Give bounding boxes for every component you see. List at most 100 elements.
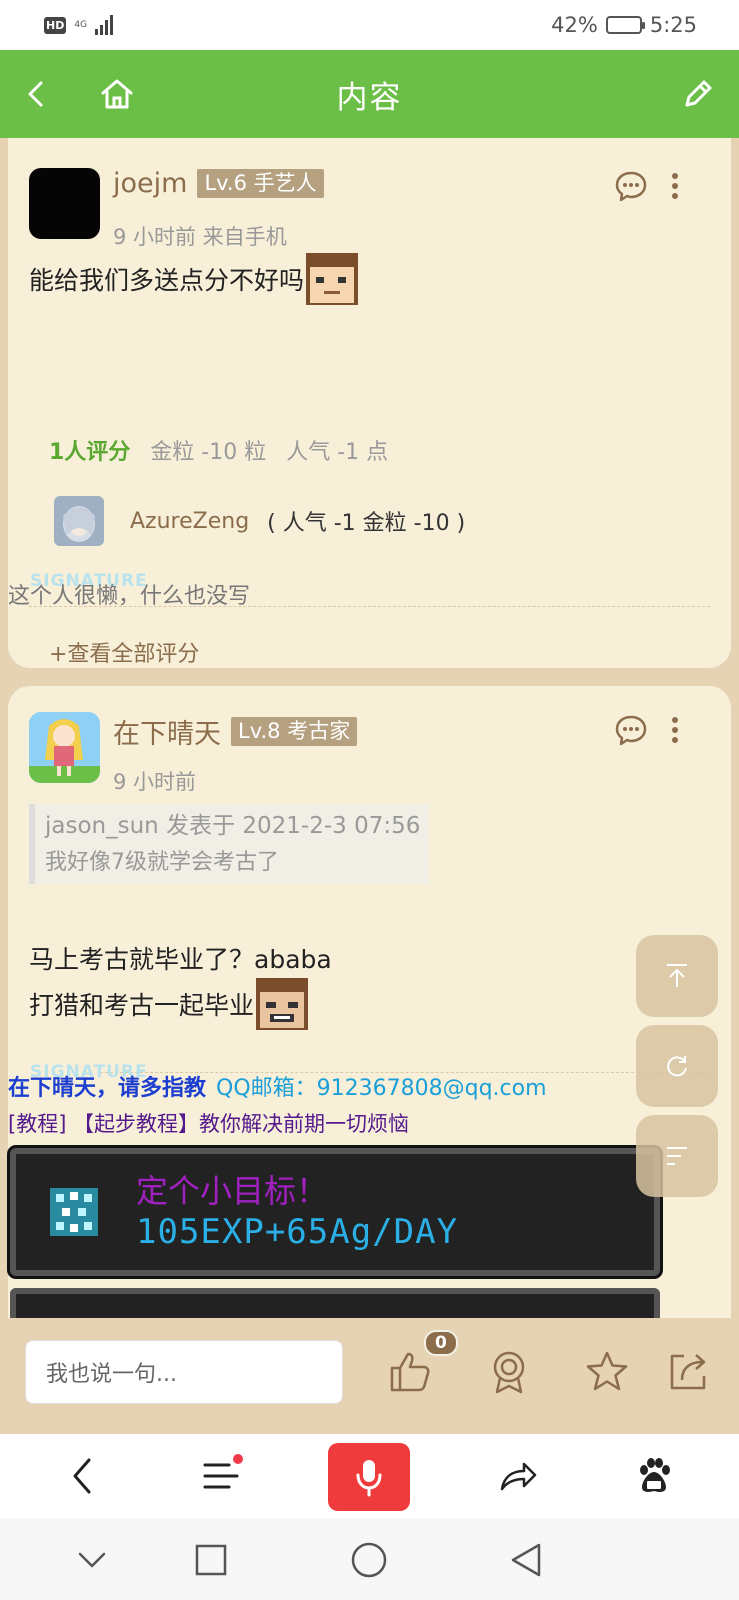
quote-header: jason_sun 发表于 2021-2-3 07:56: [45, 813, 421, 839]
quote-block: jason_sun 发表于 2021-2-3 07:56 我好像7级就学会考古了: [29, 804, 429, 884]
signature-email[interactable]: QQ邮箱：912367808@qq.com: [216, 1076, 547, 1101]
avatar[interactable]: [29, 168, 100, 239]
battery-percent: 42%: [551, 13, 598, 37]
pixel-face-emoji: [256, 978, 309, 1030]
username[interactable]: 在下晴天: [113, 712, 221, 751]
reply-button[interactable]: [611, 710, 651, 750]
username[interactable]: joejm: [113, 168, 187, 199]
network-type: 4G: [74, 19, 88, 30]
share-icon: [670, 1354, 706, 1390]
more-button[interactable]: [660, 166, 690, 206]
star-icon: [586, 1351, 628, 1391]
like-count-badge: 0: [424, 1330, 458, 1356]
nav-back-button[interactable]: [504, 1538, 548, 1582]
battery-icon: [605, 16, 645, 34]
baidu-paw-icon: [640, 1458, 670, 1492]
list-icon: [667, 1147, 687, 1165]
browser-forward-share-button[interactable]: [490, 1448, 546, 1504]
edit-button[interactable]: [676, 72, 720, 116]
refresh-icon: [667, 1056, 687, 1077]
microphone-icon: [356, 1460, 382, 1497]
pencil-icon: [685, 80, 712, 107]
anime-avatar-image: [54, 496, 104, 546]
more-button[interactable]: [660, 710, 690, 750]
favorite-button[interactable]: [583, 1348, 631, 1396]
post-body: 能给我们多送点分不好吗: [29, 253, 359, 305]
rater-name[interactable]: AzureZeng: [130, 509, 249, 534]
anime-girl-avatar-image: [29, 712, 100, 783]
signature-greeting: 在下晴天，请多指教: [8, 1076, 207, 1101]
scroll-top-button[interactable]: [636, 935, 718, 1017]
pixel-face-emoji: [306, 253, 359, 305]
diamond-block-icon: [50, 1188, 98, 1236]
signature-line: 在下晴天，请多指教 QQ邮箱：912367808@qq.com: [8, 1070, 547, 1102]
outline-button[interactable]: [636, 1115, 718, 1197]
nav-collapse-button[interactable]: [70, 1538, 114, 1582]
chevron-left-icon: [28, 81, 43, 107]
post-line-2: 打猎和考古一起毕业: [29, 991, 255, 1020]
status-right: 42% 5:25: [551, 13, 697, 37]
post-text: 能给我们多送点分不好吗: [29, 266, 305, 295]
banner-line-2: 105EXP+65Ag/DAY: [136, 1212, 459, 1252]
reply-input[interactable]: 我也说一句...: [25, 1340, 343, 1404]
avatar[interactable]: [29, 712, 100, 783]
post-author: 在下晴天 Lv.8 考古家: [113, 712, 358, 751]
chevron-left-icon: [73, 1458, 91, 1494]
banner-line-1: 定个小目标！: [136, 1172, 329, 1210]
home-icon: [101, 79, 133, 109]
post-time: 9 小时前: [113, 770, 197, 794]
like-button[interactable]: [386, 1348, 434, 1396]
more-vertical-icon: [672, 173, 678, 199]
reply-bar: 我也说一句... 0: [0, 1318, 739, 1434]
chevron-down-icon: [78, 1552, 106, 1568]
back-button[interactable]: [14, 72, 58, 116]
post-time: 9 小时前 来自手机: [113, 225, 287, 249]
app-header: 内容: [0, 50, 739, 138]
notification-dot: [233, 1454, 243, 1464]
rating-popularity: 人气 -1 点: [286, 440, 389, 465]
nav-recents-button[interactable]: [189, 1538, 233, 1582]
signature-text: 这个人很懒，什么也没写: [8, 584, 251, 609]
comment-icon: [615, 715, 647, 746]
rating-gold: 金粒 -10 粒: [150, 440, 267, 465]
rating-row: AzureZeng ( 人气 -1 金粒 -10 ): [54, 496, 465, 546]
system-nav-bar: [0, 1518, 739, 1600]
reply-button[interactable]: [611, 166, 651, 206]
home-button[interactable]: [95, 72, 139, 116]
menu-icon: [203, 1463, 239, 1489]
status-left: HD 4G: [44, 15, 114, 35]
baidu-button[interactable]: [626, 1448, 682, 1504]
clock: 5:25: [649, 13, 697, 37]
award-icon: [493, 1351, 525, 1394]
arrow-up-icon: [667, 964, 687, 987]
thread-content[interactable]: joejm Lv.6 手艺人 9 小时前 来自手机 能给我们多送点分不好吗 1人…: [0, 138, 739, 1318]
comment-icon: [615, 171, 647, 202]
rater-avatar[interactable]: [54, 496, 104, 546]
signature-tutorial-link[interactable]: [教程] 【起步教程】教你解决前期一切烦恼: [8, 1108, 409, 1138]
share-button[interactable]: [664, 1348, 712, 1396]
post-line-1: 马上考古就毕业了？ababa: [29, 945, 332, 974]
level-badge: Lv.8 考古家: [231, 717, 358, 746]
post-author: joejm Lv.6 手艺人: [113, 168, 324, 199]
status-bar: HD 4G 42% 5:25: [0, 0, 739, 50]
signature-banner: 定个小目标！ 105EXP+65Ag/DAY: [10, 1148, 660, 1276]
thumbs-up-icon: [390, 1352, 430, 1392]
signature-banner-2: [10, 1288, 660, 1318]
level-badge: Lv.6 手艺人: [197, 169, 324, 198]
post-line-2-wrap: 打猎和考古一起毕业: [29, 978, 309, 1030]
rate-button[interactable]: [485, 1348, 533, 1396]
page-title: 内容: [336, 79, 403, 116]
hd-icon: HD: [44, 16, 67, 34]
browser-toolbar: [0, 1434, 739, 1518]
browser-back-button[interactable]: [54, 1448, 110, 1504]
voice-search-button[interactable]: [328, 1443, 410, 1511]
triangle-back-icon: [511, 1543, 541, 1577]
more-vertical-icon: [672, 717, 678, 743]
share-arrow-icon: [500, 1462, 537, 1491]
square-icon: [195, 1544, 227, 1576]
signal-icon: [95, 15, 114, 35]
nav-home-button[interactable]: [347, 1538, 391, 1582]
view-all-ratings-link[interactable]: +查看全部评分: [49, 636, 199, 668]
rating-detail: ( 人气 -1 金粒 -10 ): [267, 511, 466, 536]
refresh-button[interactable]: [636, 1025, 718, 1107]
